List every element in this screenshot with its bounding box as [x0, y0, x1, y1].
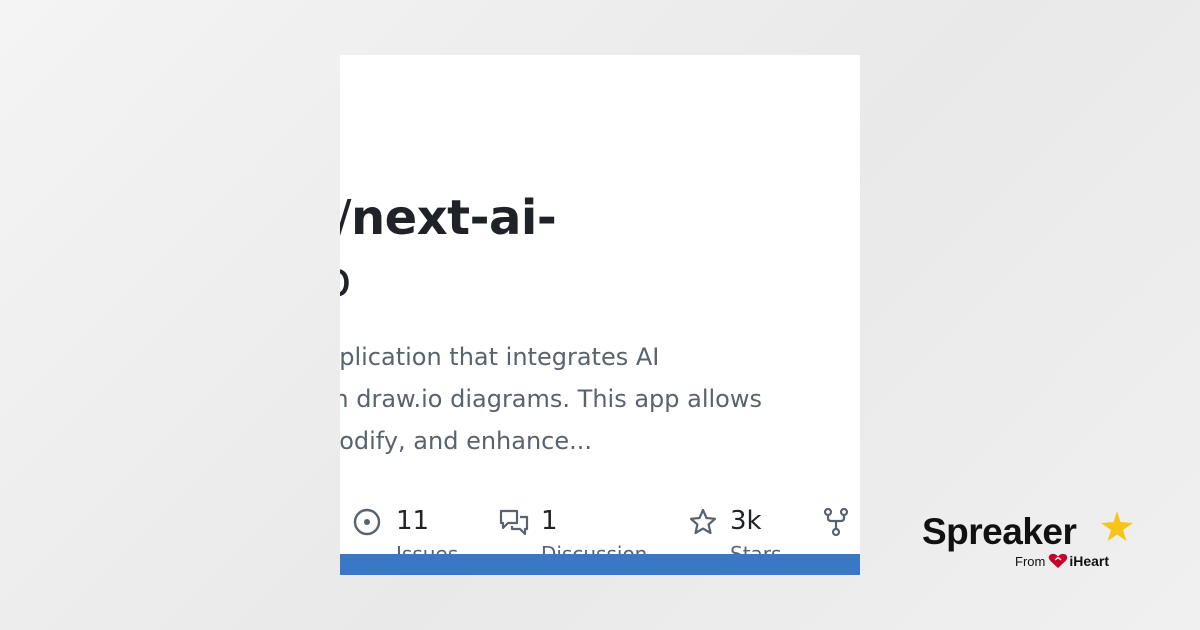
repo-title-continuation: o — [340, 249, 351, 311]
repo-owner: Jiang/ — [340, 190, 351, 246]
issue-opened-icon — [353, 508, 381, 536]
spreaker-logo[interactable]: Spreaker From iHeart — [922, 508, 1142, 578]
description-line: th draw.io diagrams. This app allows — [340, 385, 762, 413]
repo-description: pplication that integrates AI th draw.io… — [340, 336, 844, 462]
repo-name: next-ai- — [350, 190, 557, 246]
stars-count: 3k — [730, 506, 762, 536]
repo-forked-icon — [823, 507, 849, 537]
language-bar — [340, 554, 860, 575]
star-icon — [689, 508, 717, 535]
description-line: nodify, and enhance... — [340, 427, 593, 455]
discussions-count: 1 — [541, 506, 558, 536]
repo-title[interactable]: Jiang/next-ai- — [340, 187, 860, 249]
iheart-logo-icon — [1049, 553, 1068, 568]
description-line: pplication that integrates AI — [340, 343, 660, 371]
brand-name: Spreaker — [922, 511, 1077, 552]
comment-discussion-icon — [499, 509, 529, 536]
from-label: From — [1015, 554, 1046, 569]
partner-name: iHeart — [1069, 553, 1110, 569]
star-icon — [1101, 511, 1133, 541]
issues-count: 11 — [396, 506, 430, 536]
repo-preview-card: Jiang/next-ai- o pplication that integra… — [340, 55, 860, 575]
brand-tagline: From iHeart — [1015, 552, 1109, 571]
